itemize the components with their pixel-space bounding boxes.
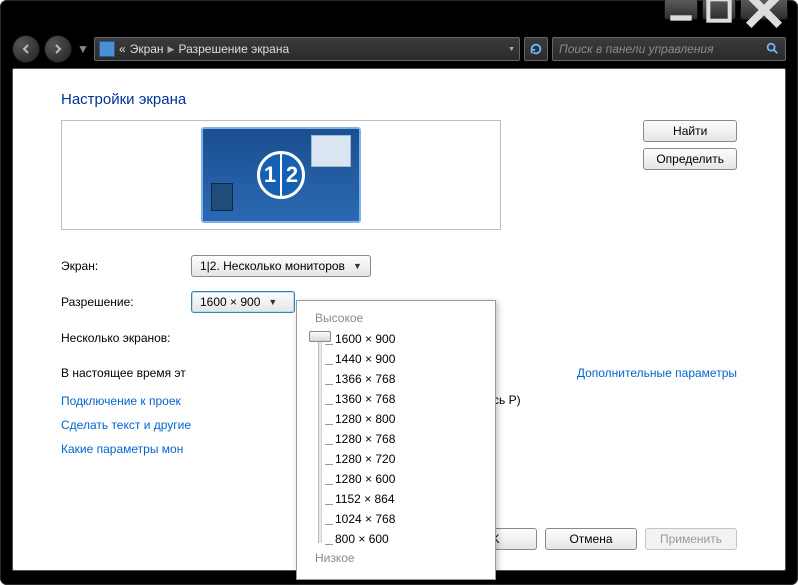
close-button[interactable]: [740, 0, 788, 20]
slider-tick: [325, 364, 333, 365]
back-button[interactable]: [12, 35, 40, 63]
slider-tick: [325, 344, 333, 345]
resolution-option[interactable]: 1280 × 600: [335, 469, 483, 489]
resolution-popup: Высокое 1600 × 9001440 × 9001366 × 76813…: [296, 300, 496, 580]
slider-thumb[interactable]: [309, 331, 331, 342]
chevron-down-icon: ▼: [353, 261, 362, 271]
chevron-down-icon: ▼: [268, 297, 277, 307]
resolution-option[interactable]: 800 × 600: [335, 529, 483, 549]
monitor-id-2: 2: [282, 154, 302, 196]
preview-row: 1 2 Найти Определить: [61, 120, 737, 230]
apply-button[interactable]: Применить: [645, 528, 737, 550]
find-button[interactable]: Найти: [643, 120, 737, 142]
label-screen: Экран:: [61, 259, 191, 273]
resolution-option[interactable]: 1280 × 800: [335, 409, 483, 429]
monitor-graphic[interactable]: 1 2: [201, 127, 361, 223]
resolution-option[interactable]: 1152 × 864: [335, 489, 483, 509]
status-text: В настоящее время эт: [61, 366, 186, 380]
page-heading: Настройки экрана: [61, 91, 737, 108]
resolution-option[interactable]: 1366 × 768: [335, 369, 483, 389]
monitor-id-badge: 1 2: [257, 151, 305, 199]
maximize-button[interactable]: [702, 0, 736, 20]
nav-row: ▼ « Экран ▶ Разрешение экрана ▼: [12, 34, 786, 64]
resolution-combo[interactable]: 1600 × 900 ▼: [191, 291, 295, 313]
chevron-right-icon: ▶: [168, 44, 175, 55]
slider-tick: [325, 404, 333, 405]
advanced-settings-link[interactable]: Дополнительные параметры: [577, 366, 737, 380]
breadcrumb-item[interactable]: Экран: [130, 42, 164, 56]
cancel-button[interactable]: Отмена: [545, 528, 637, 550]
breadcrumb-bar[interactable]: « Экран ▶ Разрешение экрана ▼: [94, 37, 520, 61]
monitor-thumb-small: [211, 183, 233, 211]
search-input[interactable]: [559, 42, 765, 56]
monitor-preview[interactable]: 1 2: [61, 120, 501, 230]
monitor-thumb: [311, 135, 351, 167]
screen-combo[interactable]: 1|2. Несколько мониторов ▼: [191, 255, 371, 277]
popup-low-label: Низкое: [315, 551, 483, 565]
breadcrumb-prefix: «: [119, 42, 126, 56]
slider-tick: [325, 424, 333, 425]
popup-high-label: Высокое: [315, 311, 483, 325]
resolution-option[interactable]: 1280 × 768: [335, 429, 483, 449]
side-buttons: Найти Определить: [643, 120, 737, 170]
resolution-option[interactable]: 1360 × 768: [335, 389, 483, 409]
minimize-button[interactable]: [664, 0, 698, 20]
resolution-option[interactable]: 1024 × 768: [335, 509, 483, 529]
slider-tick: [325, 544, 333, 545]
slider-tick: [325, 504, 333, 505]
resolution-option[interactable]: 1600 × 900: [335, 329, 483, 349]
breadcrumb-item[interactable]: Разрешение экрана: [178, 42, 289, 56]
slider-tick: [325, 444, 333, 445]
search-box[interactable]: [552, 37, 786, 61]
slider-tick: [325, 484, 333, 485]
refresh-button[interactable]: [524, 37, 548, 61]
slider-track[interactable]: [318, 335, 322, 543]
chevron-down-icon[interactable]: ▼: [508, 46, 515, 53]
label-resolution: Разрешение:: [61, 295, 191, 309]
control-panel-icon: [99, 41, 115, 57]
resolution-options: 1600 × 9001440 × 9001366 × 7681360 × 768…: [309, 329, 483, 549]
slider-tick: [325, 524, 333, 525]
label-multi: Несколько экранов:: [61, 331, 191, 345]
search-icon[interactable]: [765, 41, 779, 58]
slider-tick: [325, 384, 333, 385]
identify-button[interactable]: Определить: [643, 148, 737, 170]
window-frame: ▼ « Экран ▶ Разрешение экрана ▼ Настройк…: [0, 0, 798, 585]
nav-history-dropdown[interactable]: ▼: [76, 37, 90, 61]
screen-combo-value: 1|2. Несколько мониторов: [200, 259, 345, 273]
resolution-option[interactable]: 1440 × 900: [335, 349, 483, 369]
slider-tick: [325, 464, 333, 465]
resolution-option[interactable]: 1280 × 720: [335, 449, 483, 469]
titlebar-buttons: [664, 0, 788, 22]
resolution-combo-value: 1600 × 900: [200, 295, 260, 309]
row-screen: Экран: 1|2. Несколько мониторов ▼: [61, 248, 737, 284]
forward-button[interactable]: [44, 35, 72, 63]
monitor-id-1: 1: [260, 154, 282, 196]
